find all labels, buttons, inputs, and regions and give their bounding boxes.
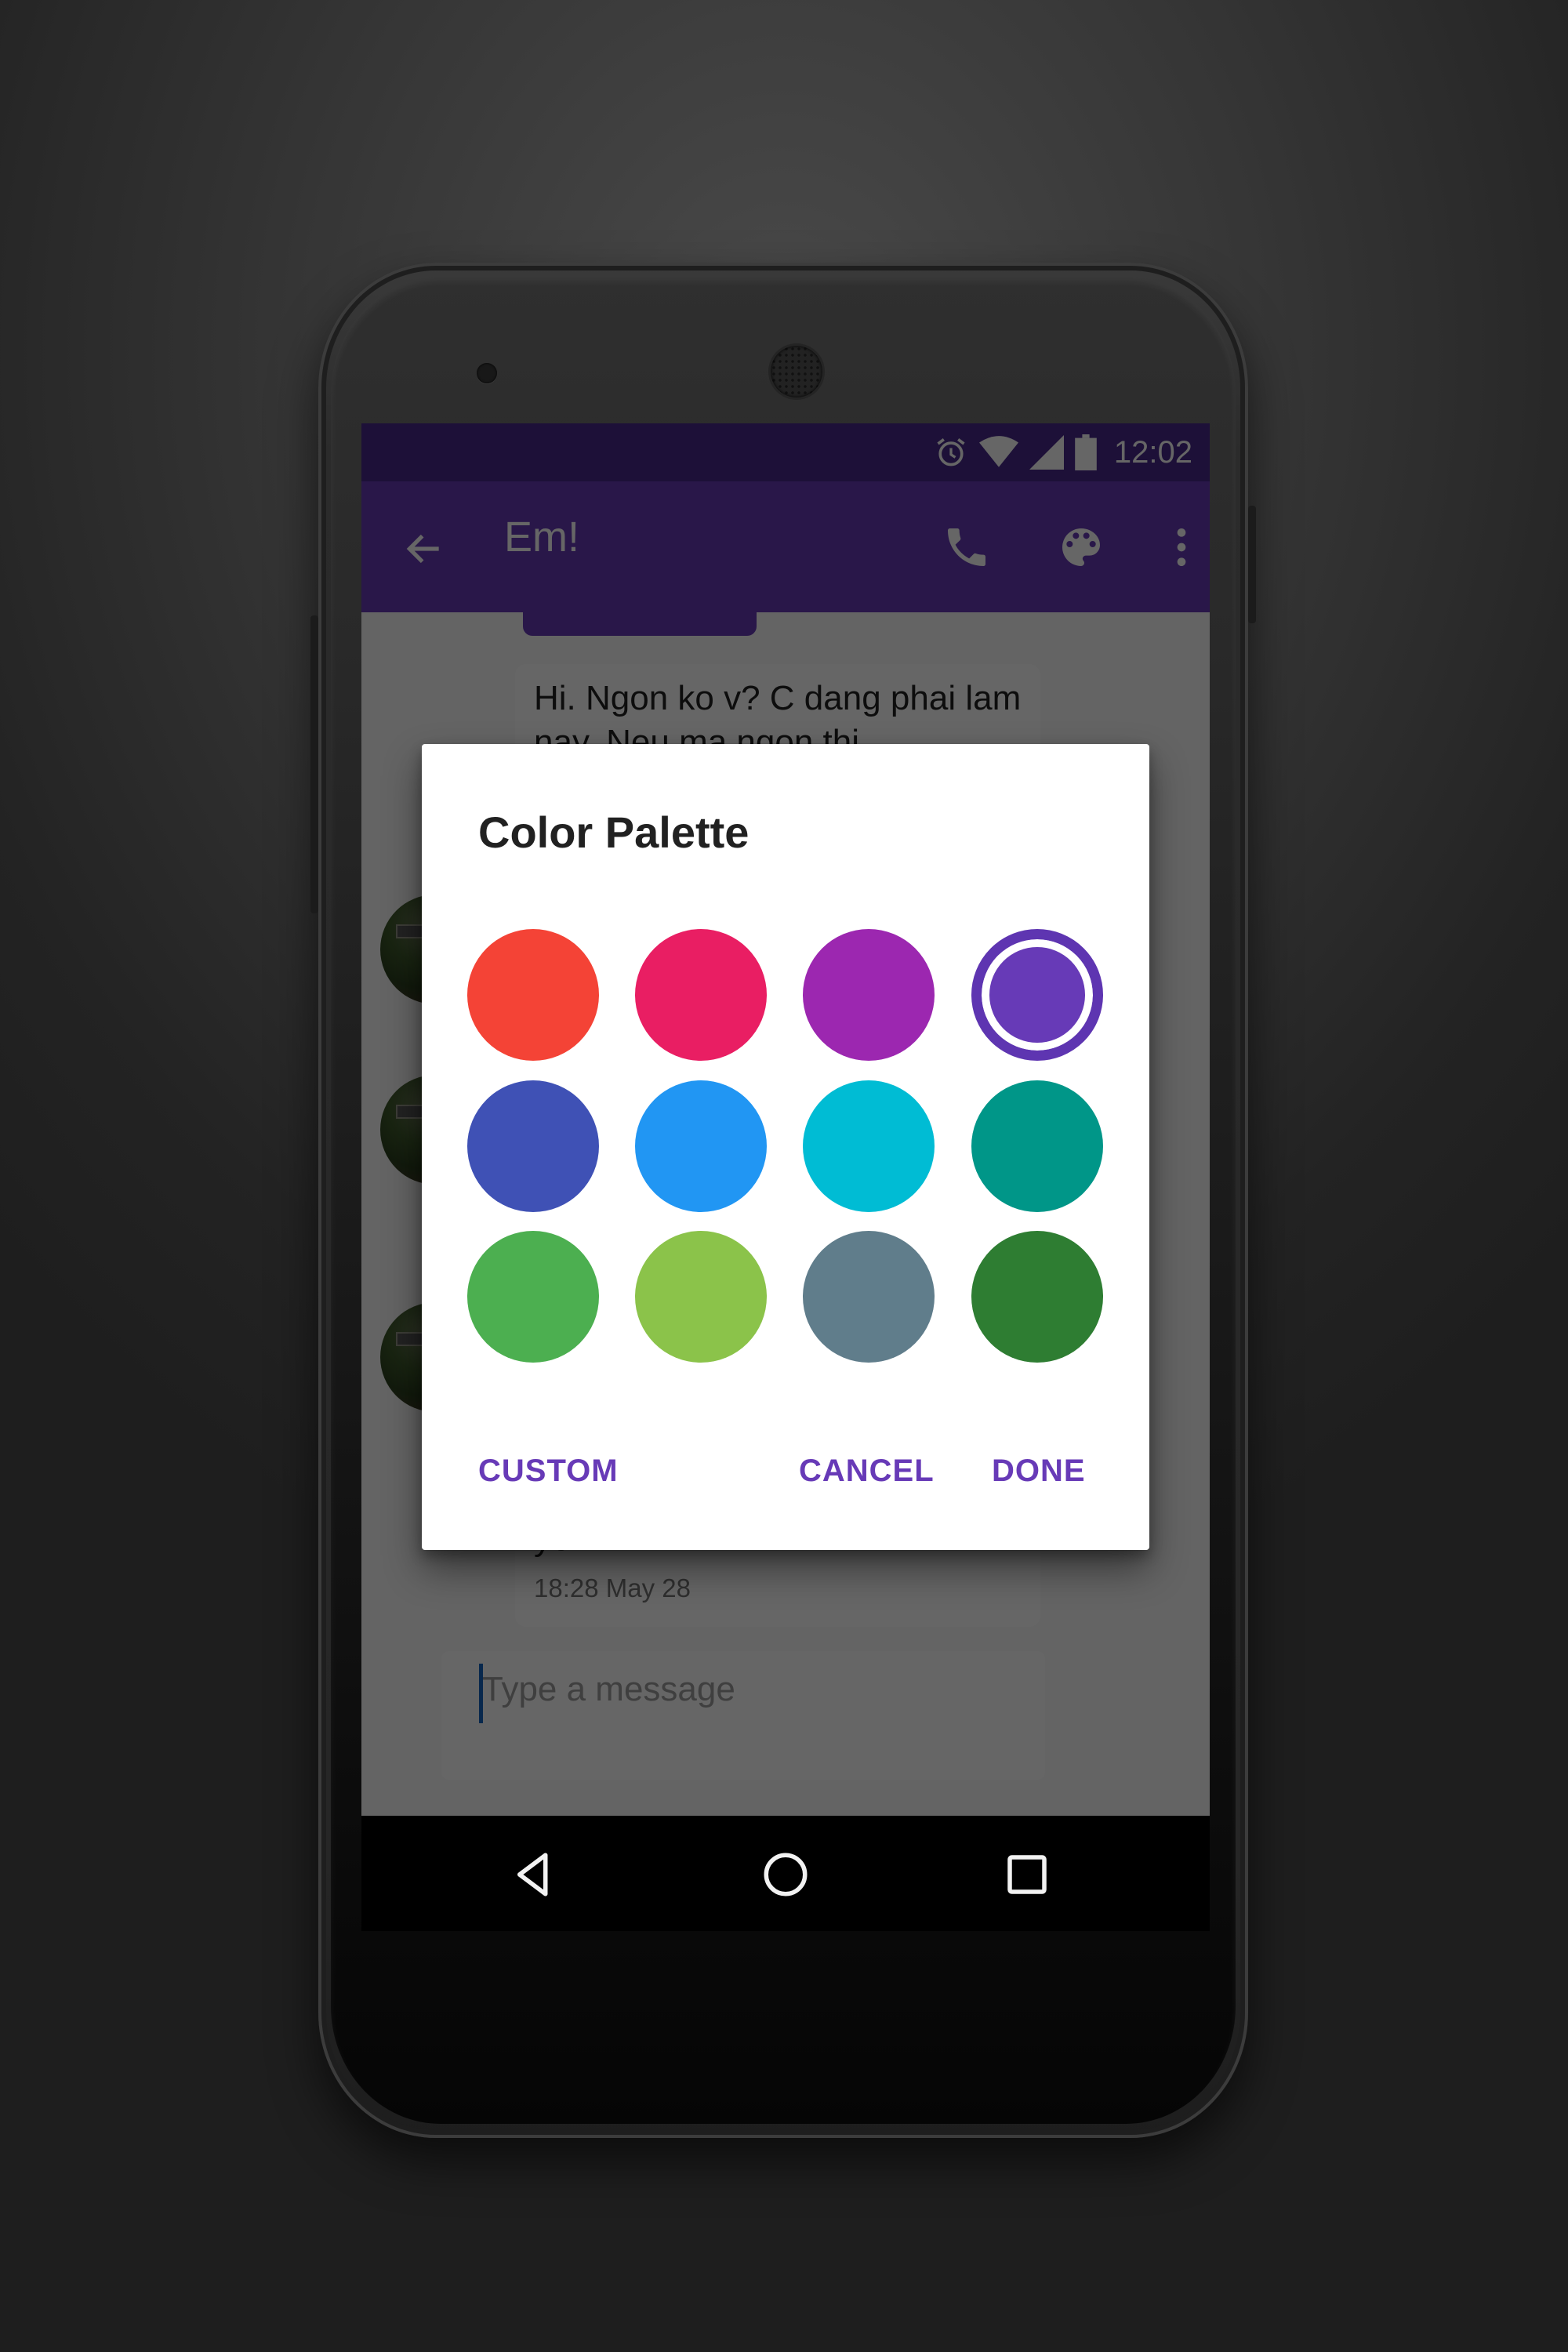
color-swatch-dark-green[interactable] — [971, 1231, 1103, 1363]
color-swatch-pink[interactable] — [635, 929, 767, 1061]
color-swatch-blue[interactable] — [635, 1080, 767, 1212]
power-button — [310, 615, 318, 913]
color-swatch-green[interactable] — [467, 1231, 599, 1363]
color-swatch-deep-purple[interactable] — [971, 929, 1103, 1061]
system-nav-bar — [361, 1816, 1210, 1931]
color-swatch-blue-grey[interactable] — [803, 1231, 935, 1363]
back-triangle-icon[interactable] — [509, 1849, 561, 1900]
color-swatch-teal[interactable] — [971, 1080, 1103, 1212]
custom-button[interactable]: CUSTOM — [478, 1454, 619, 1489]
color-palette-dialog: Color Palette CUSTOM CANCEL DONE — [422, 744, 1149, 1550]
dialog-title: Color Palette — [478, 808, 750, 857]
done-button[interactable]: DONE — [992, 1454, 1086, 1489]
color-swatch-red[interactable] — [467, 929, 599, 1061]
color-swatch-indigo[interactable] — [467, 1080, 599, 1212]
earpiece-speaker — [771, 346, 822, 397]
recents-square-icon[interactable] — [1001, 1849, 1053, 1900]
home-circle-icon[interactable] — [760, 1849, 811, 1900]
volume-button — [1248, 506, 1256, 623]
color-swatch-cyan[interactable] — [803, 1080, 935, 1212]
color-swatch-light-green[interactable] — [635, 1231, 767, 1363]
proximity-sensor — [477, 363, 497, 383]
color-swatch-purple[interactable] — [803, 929, 935, 1061]
cancel-button[interactable]: CANCEL — [799, 1454, 935, 1489]
